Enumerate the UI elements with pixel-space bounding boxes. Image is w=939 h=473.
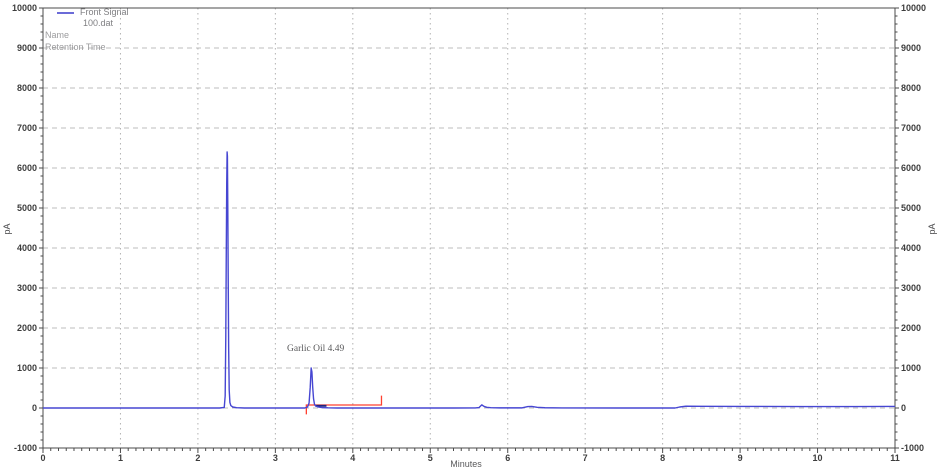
x-tick-label: 0 <box>40 453 45 463</box>
front-signal-trace <box>43 152 895 408</box>
y-tick-label-left: 10000 <box>12 3 37 13</box>
y-tick-label-left: 7000 <box>17 123 37 133</box>
y-tick-label-right: 8000 <box>901 83 921 93</box>
y-tick-label-left: 6000 <box>17 163 37 173</box>
y-tick-label-right: 2000 <box>901 323 921 333</box>
x-axis-unit: Minutes <box>436 459 496 469</box>
y-tick-label-right: 0 <box>901 403 906 413</box>
x-tick-label: 9 <box>738 453 743 463</box>
y-tick-label-left: 8000 <box>17 83 37 93</box>
y-tick-label-right: -1000 <box>901 443 924 453</box>
legend: Front Signal 100.dat <box>57 7 129 29</box>
y-tick-label-left: 1000 <box>17 363 37 373</box>
y-tick-label-right: 9000 <box>901 43 921 53</box>
legend-line-swatch <box>57 12 74 14</box>
name-label: Name <box>45 29 69 41</box>
y-tick-label-left: 9000 <box>17 43 37 53</box>
y-tick-label-right: 6000 <box>901 163 921 173</box>
x-tick-label: 10 <box>813 453 823 463</box>
y-tick-label-right: 1000 <box>901 363 921 373</box>
y-tick-label-left: -1000 <box>14 443 37 453</box>
x-tick-label: 1 <box>118 453 123 463</box>
x-tick-label: 6 <box>505 453 510 463</box>
y-tick-label-right: 7000 <box>901 123 921 133</box>
x-tick-label: 8 <box>660 453 665 463</box>
y-tick-label-left: 0 <box>32 403 37 413</box>
plot-area: 01234567891011-1000-10000010001000200020… <box>0 0 939 473</box>
y-tick-label-left: 2000 <box>17 323 37 333</box>
x-tick-label: 7 <box>583 453 588 463</box>
plot-border <box>43 8 895 448</box>
y-tick-label-right: 10000 <box>901 3 926 13</box>
y-tick-label-right: 3000 <box>901 283 921 293</box>
y-tick-label-left: 3000 <box>17 283 37 293</box>
x-tick-label: 4 <box>350 453 355 463</box>
x-tick-label: 11 <box>890 453 900 463</box>
chromatogram-window: 01234567891011-1000-10000010001000200020… <box>0 0 939 473</box>
legend-series-label: Front Signal <box>80 7 129 18</box>
y-axis-unit-left: pA <box>2 219 12 239</box>
x-tick-label: 3 <box>273 453 278 463</box>
y-tick-label-left: 4000 <box>17 243 37 253</box>
peak-annotation-garlic-oil: Garlic Oil 4.49 <box>287 344 344 354</box>
y-tick-label-right: 4000 <box>901 243 921 253</box>
y-tick-label-left: 5000 <box>17 203 37 213</box>
y-tick-label-right: 5000 <box>901 203 921 213</box>
x-tick-label: 5 <box>428 453 433 463</box>
y-axis-unit-right: pA <box>927 219 937 239</box>
x-tick-label: 2 <box>195 453 200 463</box>
legend-file-label: 100.dat <box>80 18 129 29</box>
retention-time-label: Retention Time <box>45 41 106 53</box>
